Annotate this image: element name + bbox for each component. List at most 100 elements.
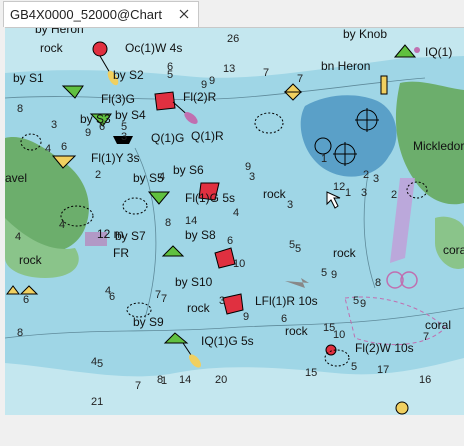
depth-sounding: 6 — [227, 235, 233, 247]
depth-sounding: 9 — [243, 311, 249, 323]
depth-sounding: 8 — [165, 217, 171, 229]
depth-sounding: 6 — [109, 291, 115, 303]
depth-sounding: 14 — [179, 374, 191, 386]
depth-sounding: 2 — [391, 189, 397, 201]
depth-sounding: 7 — [135, 380, 141, 392]
status-area — [0, 415, 464, 446]
buoy-name-label: by S10 — [175, 275, 213, 289]
depth-sounding: 9 — [209, 75, 215, 87]
depth-sounding: 3 — [51, 119, 57, 131]
depth-sounding: 14 — [185, 215, 197, 227]
depth-sounding: 3 — [373, 173, 379, 185]
close-icon[interactable] — [177, 7, 191, 21]
buoy-name-label: by Knob — [343, 28, 387, 41]
buoy-name-label: by S4 — [115, 108, 146, 122]
depth-sounding: 4 — [45, 143, 51, 155]
depth-sounding: 2 — [363, 169, 369, 181]
rock-label: rock — [19, 253, 43, 267]
depth-sounding: 3 — [361, 187, 367, 199]
light-characteristic-label: Q(1)G — [151, 131, 184, 145]
depth-sounding: 8 — [17, 103, 23, 115]
depth-sounding: 7 — [423, 331, 429, 343]
buoy-name-label: by S2 — [113, 68, 144, 82]
depth-sounding: 10 — [233, 258, 245, 270]
depth-sounding: 6 — [61, 141, 67, 153]
place-name-label: FR — [113, 246, 129, 260]
light-characteristic-label: Fl(3)G — [101, 92, 135, 106]
light-characteristic-label: Fl(1)G 5s — [185, 191, 235, 205]
tab-bar: GB4X0000_52000@Chart — [0, 0, 464, 27]
depth-sounding: 1 — [161, 375, 167, 387]
buoy-name-label: by S6 — [173, 163, 204, 177]
depth-sounding: 13 — [223, 63, 235, 75]
buoy-name-label: by S3 — [80, 112, 111, 126]
depth-sounding: 9 — [85, 127, 91, 139]
place-name-label: Mickledor — [413, 139, 464, 153]
depth-sounding: 15 — [323, 322, 335, 334]
light-characteristic-label: Oc(1)W 4s — [125, 41, 182, 55]
depth-sounding: 9 — [201, 79, 207, 91]
depth-sounding: 4 — [15, 231, 21, 243]
tab-title: GB4X0000_52000@Chart — [10, 7, 162, 22]
depth-sounding: 5 — [351, 361, 357, 373]
light-characteristic-label: Fl(2)R — [183, 90, 217, 104]
place-name-label: bn Heron — [321, 59, 370, 73]
depth-sounding: 21 — [91, 396, 103, 408]
depth-sounding: 3 — [219, 295, 225, 307]
rock-label: rock — [187, 301, 211, 315]
depth-sounding: 4 — [59, 219, 65, 231]
buoy-name-label: by S1 — [13, 71, 44, 85]
depth-sounding: 3 — [249, 171, 255, 183]
depth-sounding: 8 — [375, 277, 381, 289]
depth-sounding: 3 — [287, 199, 293, 211]
buoy-name-label: by S8 — [185, 228, 216, 242]
depth-sounding: 12 — [333, 181, 345, 193]
rock-label: rock — [40, 41, 64, 55]
depth-sounding: 9 — [331, 269, 337, 281]
depth-sounding: 17 — [377, 364, 389, 376]
depth-sounding: 9 — [360, 298, 366, 310]
depth-sounding: 8 — [17, 327, 23, 339]
depth-sounding: 1 — [345, 187, 351, 199]
depth-sounding: 4 — [159, 171, 165, 183]
buoy-name-label: by Heron — [35, 28, 84, 36]
buoy-symbol — [380, 75, 388, 95]
light-characteristic-label: Fl(2)W 10s — [355, 341, 414, 355]
depth-sounding: 6 — [99, 121, 105, 133]
buoy-symbol — [222, 293, 244, 315]
tab-chart[interactable]: GB4X0000_52000@Chart — [3, 1, 199, 27]
place-name-label: 12 m — [97, 227, 124, 241]
depth-sounding: 2 — [95, 169, 101, 181]
depth-sounding: 20 — [215, 374, 227, 386]
depth-sounding: 26 — [227, 33, 239, 45]
depth-sounding: 6 — [167, 61, 173, 73]
light-characteristic-label: IQ(1) — [425, 45, 452, 59]
rock-label: rock — [333, 246, 357, 260]
depth-sounding: 5 — [321, 267, 327, 279]
rock-label: rock — [263, 187, 287, 201]
depth-sounding: 15 — [305, 367, 317, 379]
depth-sounding: 5 — [295, 243, 301, 255]
depth-sounding: 5 — [97, 358, 103, 370]
depth-sounding: 6 — [281, 313, 287, 325]
light-characteristic-label: IQ(1)G 5s — [201, 334, 254, 348]
depth-sounding: 6 — [23, 294, 29, 306]
depth-sounding: 4 — [233, 207, 239, 219]
depth-sounding: 5 — [353, 295, 359, 307]
place-name-label: avel — [5, 171, 27, 185]
buoy-symbol — [395, 401, 409, 415]
depth-sounding: 7 — [161, 293, 167, 305]
place-name-label: cora — [443, 243, 464, 257]
depth-sounding: 7 — [297, 73, 303, 85]
place-name-label: coral — [425, 318, 451, 332]
light-characteristic-label: LFl(1)R 10s — [255, 294, 318, 308]
light-characteristic-label: Q(1)R — [191, 129, 224, 143]
depth-sounding: 5 — [121, 121, 127, 133]
depth-sounding: 7 — [263, 67, 269, 79]
chart-view[interactable]: by S1 by S2 by S3 by S4 by S5 by S6 by S7 by S8… — [5, 27, 464, 416]
rock-label: rock — [285, 324, 309, 338]
light-characteristic-label: Fl(1)Y 3s — [91, 151, 139, 165]
buoy-name-label: by S9 — [133, 315, 164, 329]
depth-sounding: 1 — [321, 153, 327, 165]
depth-sounding: 16 — [419, 374, 431, 386]
